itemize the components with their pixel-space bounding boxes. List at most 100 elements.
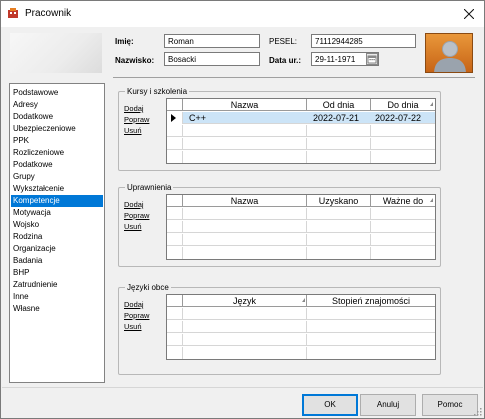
jezyki-grid-header: Język Stopień znajomości xyxy=(167,295,435,307)
uprawnienia-col-wazne-do[interactable]: Ważne do xyxy=(371,195,435,207)
header-separator xyxy=(113,77,475,78)
kursy-add-link[interactable]: Dodaj xyxy=(124,104,144,113)
grid-cell xyxy=(307,151,371,163)
kursy-col-od[interactable]: Od dnia xyxy=(307,99,371,111)
kursy-delete-link[interactable]: Usuń xyxy=(124,126,142,135)
kursy-grid[interactable]: Nazwa Od dnia Do dnia C++ 2022-07-21 202… xyxy=(166,98,436,164)
sidebar-item-wojsko[interactable]: Wojsko xyxy=(11,219,103,231)
sidebar-item-rodzina[interactable]: Rodzina xyxy=(11,231,103,243)
grid-cell xyxy=(183,125,307,137)
sidebar-item-inne[interactable]: Inne xyxy=(11,291,103,303)
sidebar-item-motywacja[interactable]: Motywacja xyxy=(11,207,103,219)
kursy-cell-od[interactable]: 2022-07-21 xyxy=(313,112,371,124)
decorative-banner xyxy=(10,33,102,73)
grid-cell xyxy=(183,138,307,150)
table-row[interactable] xyxy=(167,125,435,137)
row-indicator xyxy=(167,208,183,220)
kursy-col-do[interactable]: Do dnia xyxy=(371,99,435,111)
close-icon xyxy=(464,9,474,19)
sort-icon xyxy=(430,198,433,202)
table-row[interactable] xyxy=(167,234,435,246)
row-indicator-header xyxy=(167,295,183,307)
sidebar-item-kompetencje[interactable]: Kompetencje xyxy=(11,195,103,207)
table-row[interactable] xyxy=(167,247,435,259)
user-avatar-icon xyxy=(434,41,466,72)
row-indicator-header xyxy=(167,195,183,207)
jezyki-add-link[interactable]: Dodaj xyxy=(124,300,144,309)
grid-cell xyxy=(183,221,307,233)
row-indicator-header xyxy=(167,99,183,111)
cancel-button[interactable]: Anuluj xyxy=(360,394,416,416)
sidebar-item-rozliczeniowe[interactable]: Rozliczeniowe xyxy=(11,147,103,159)
row-indicator xyxy=(167,112,183,124)
grid-cell xyxy=(307,138,371,150)
table-row[interactable]: C++ 2022-07-21 2022-07-22 xyxy=(167,112,435,124)
jezyki-col-jezyk[interactable]: Język xyxy=(183,295,307,307)
button-bar: OK Anuluj Pomoc xyxy=(2,387,483,418)
row-indicator xyxy=(167,221,183,233)
sidebar-item-wyksztalcenie[interactable]: Wykształcenie xyxy=(11,183,103,195)
calendar-button[interactable] xyxy=(366,53,378,65)
sidebar-item-organizacje[interactable]: Organizacje xyxy=(11,243,103,255)
sidebar-item-badania[interactable]: Badania xyxy=(11,255,103,267)
resize-grip-icon[interactable] xyxy=(474,408,482,416)
grid-cell xyxy=(183,208,307,220)
uprawnienia-col-uzyskano[interactable]: Uzyskano xyxy=(307,195,371,207)
pesel-field[interactable]: 71112944285 xyxy=(311,34,416,48)
sidebar-item-adresy[interactable]: Adresy xyxy=(11,99,103,111)
table-row[interactable] xyxy=(167,208,435,220)
kursy-edit-link[interactable]: Popraw xyxy=(124,115,149,124)
kursy-cell-do[interactable]: 2022-07-22 xyxy=(375,112,435,124)
sidebar-item-zatrudnienie[interactable]: Zatrudnienie xyxy=(11,279,103,291)
table-row[interactable] xyxy=(167,138,435,150)
table-row[interactable] xyxy=(167,334,435,346)
kursy-group-title: Kursy i szkolenia xyxy=(125,87,190,96)
grid-cell xyxy=(183,334,307,346)
ok-button[interactable]: OK xyxy=(302,394,358,416)
sidebar-item-ubezpieczeniowe[interactable]: Ubezpieczeniowe xyxy=(11,123,103,135)
jezyki-edit-link[interactable]: Popraw xyxy=(124,311,149,320)
calendar-icon xyxy=(367,55,377,64)
employee-photo[interactable] xyxy=(425,33,473,73)
jezyki-col-stopien[interactable]: Stopień znajomości xyxy=(307,295,435,307)
grid-cell xyxy=(307,208,371,220)
table-row[interactable] xyxy=(167,321,435,333)
sidebar-item-dodatkowe[interactable]: Dodatkowe xyxy=(11,111,103,123)
grid-cell xyxy=(307,221,371,233)
jezyki-delete-link[interactable]: Usuń xyxy=(124,322,142,331)
row-indicator xyxy=(167,125,183,137)
uprawnienia-delete-link[interactable]: Usuń xyxy=(124,222,142,231)
uprawnienia-group-title: Uprawnienia xyxy=(125,183,174,192)
sidebar-item-podatkowe[interactable]: Podatkowe xyxy=(11,159,103,171)
sidebar-item-podstawowe[interactable]: Podstawowe xyxy=(11,87,103,99)
grid-cell xyxy=(183,247,307,259)
grid-cell xyxy=(307,234,371,246)
kursy-col-nazwa[interactable]: Nazwa xyxy=(183,99,307,111)
grid-cell xyxy=(183,151,307,163)
sidebar-item-bhp[interactable]: BHP xyxy=(11,267,103,279)
sidebar-item-grupy[interactable]: Grupy xyxy=(11,171,103,183)
sidebar-item-wlasne[interactable]: Własne xyxy=(11,303,103,315)
uprawnienia-add-link[interactable]: Dodaj xyxy=(124,200,144,209)
row-indicator xyxy=(167,321,183,333)
imie-field[interactable]: Roman xyxy=(164,34,260,48)
kursy-cell-nazwa[interactable]: C++ xyxy=(189,112,307,124)
table-row[interactable] xyxy=(167,308,435,320)
close-button[interactable] xyxy=(454,1,484,27)
sidebar-item-ppk[interactable]: PPK xyxy=(11,135,103,147)
nazwisko-field[interactable]: Bosacki xyxy=(164,52,260,66)
pesel-label: PESEL: xyxy=(269,37,298,46)
imie-label: Imię: xyxy=(115,37,134,46)
table-row[interactable] xyxy=(167,221,435,233)
jezyki-group: Języki obce Dodaj Popraw Usuń Język Stop… xyxy=(118,283,441,375)
uprawnienia-edit-link[interactable]: Popraw xyxy=(124,211,149,220)
row-indicator xyxy=(167,151,183,163)
table-row[interactable] xyxy=(167,347,435,359)
section-list[interactable]: Podstawowe Adresy Dodatkowe Ubezpieczeni… xyxy=(9,83,105,383)
uprawnienia-grid[interactable]: Nazwa Uzyskano Ważne do xyxy=(166,194,436,260)
help-button[interactable]: Pomoc xyxy=(422,394,478,416)
table-row[interactable] xyxy=(167,151,435,163)
uprawnienia-col-nazwa[interactable]: Nazwa xyxy=(183,195,307,207)
row-pointer-icon xyxy=(171,114,176,122)
jezyki-grid[interactable]: Język Stopień znajomości xyxy=(166,294,436,360)
